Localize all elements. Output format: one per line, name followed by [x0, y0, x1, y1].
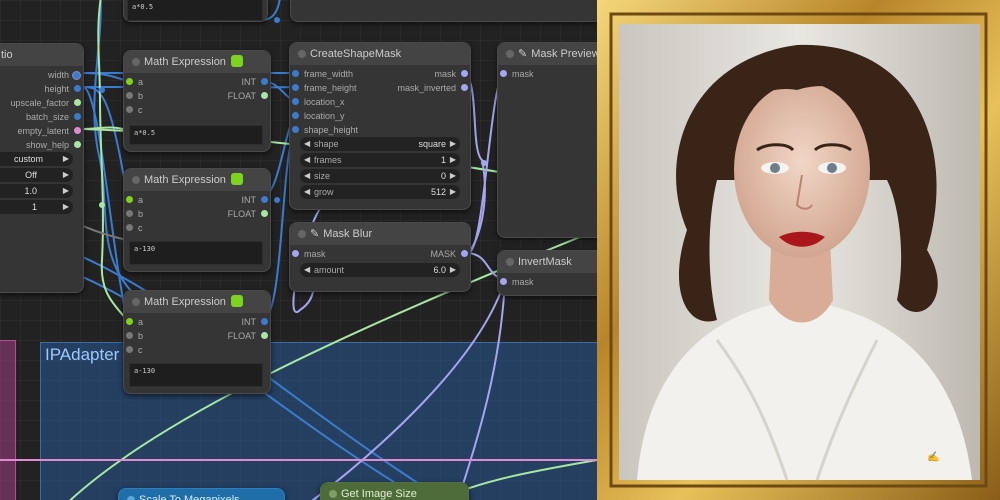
expression-textbox[interactable]: a*0.5 — [129, 125, 263, 145]
math-expression-node-1[interactable]: Math Expression a b c INT FLOAT a*0.5 — [123, 50, 271, 152]
output-mask-inverted[interactable]: mask_inverted — [397, 81, 468, 95]
input-mask[interactable]: mask — [292, 247, 326, 261]
shape-combo[interactable]: ◀ shape square ▶ — [300, 137, 460, 151]
input-frame-height[interactable]: frame_height — [292, 81, 357, 95]
input-a[interactable]: a — [126, 193, 143, 207]
output-float[interactable]: FLOAT — [228, 329, 268, 343]
input-frame-width[interactable]: frame_width — [292, 67, 353, 81]
widget-batch[interactable]: 1 ▶ — [0, 200, 73, 214]
node-title: Mask Blur — [323, 228, 373, 240]
expression-textbox[interactable]: a-130 — [129, 241, 263, 265]
output-float[interactable]: FLOAT — [228, 207, 268, 221]
input-a[interactable]: a — [126, 315, 143, 329]
output-show-help[interactable]: show_help — [26, 138, 81, 152]
node-title: Scale To Megapixels — [139, 494, 240, 500]
invert-mask-node[interactable]: InvertMask mask — [497, 250, 597, 296]
node-title: tio — [1, 49, 13, 61]
node-title: Math Expression — [144, 296, 226, 308]
output-empty-latent[interactable]: empty_latent — [17, 124, 81, 138]
output-width[interactable]: width — [48, 68, 81, 82]
output-mask[interactable]: MASK — [430, 247, 468, 261]
node-canvas[interactable]: IPAdapter a*0.5 tio width height upscale… — [0, 0, 597, 500]
python-snake-icon — [230, 173, 243, 186]
input-c[interactable]: c — [126, 343, 143, 357]
node-title: Get Image Size — [341, 488, 417, 500]
grow-number[interactable]: ◀ grow 512 ▶ — [300, 185, 460, 199]
get-image-size-node[interactable]: Get Image Size — [320, 482, 469, 500]
wire-lavender — [311, 279, 506, 500]
output-int[interactable]: INT — [242, 315, 268, 329]
mask-preview-node[interactable]: ✎ Mask Preview mask — [497, 42, 597, 238]
pencil-icon: ✎ — [310, 228, 320, 240]
output-mask[interactable]: mask — [434, 67, 468, 81]
wire-blue — [82, 72, 128, 82]
input-location-y[interactable]: location_y — [292, 109, 345, 123]
input-mask[interactable]: mask — [500, 275, 534, 289]
math-expression-node-2[interactable]: Math Expression a b c INT FLOAT a-130 — [123, 168, 271, 272]
output-float[interactable]: FLOAT — [228, 89, 268, 103]
math-expression-node-3[interactable]: Math Expression a b c INT FLOAT a-130 — [123, 290, 271, 394]
artist-signature: ✍ — [927, 451, 939, 463]
node-title: Math Expression — [144, 174, 226, 186]
output-int[interactable]: INT — [242, 75, 268, 89]
input-b[interactable]: b — [126, 89, 143, 103]
node-title: Math Expression — [144, 56, 226, 68]
input-a[interactable]: a — [126, 75, 143, 89]
image-size-ratio-node[interactable]: tio width height upscale_factor batch_si… — [0, 43, 84, 293]
output-batch-size[interactable]: batch_size — [26, 110, 81, 124]
wire-lavender — [457, 279, 506, 500]
input-b[interactable]: b — [126, 329, 143, 343]
amount-number[interactable]: ◀ amount 6.0 ▶ — [300, 263, 460, 277]
framed-portrait-image: ✍ — [597, 0, 1000, 500]
python-snake-icon — [230, 295, 243, 308]
pencil-icon: ✎ — [518, 48, 528, 60]
input-shape-height[interactable]: shape_height — [292, 123, 358, 137]
image-preview-panel: ✍ — [597, 0, 1000, 500]
input-c[interactable]: c — [126, 221, 143, 235]
scale-to-megapixels-node[interactable]: Scale To Megapixels — [118, 488, 285, 500]
widget-custom[interactable]: custom ▶ — [0, 152, 73, 166]
output-int[interactable]: INT — [242, 193, 268, 207]
mask-blur-node[interactable]: ✎ Mask Blur mask MASK ◀ amount 6.0 ▶ — [289, 222, 471, 292]
widget-off[interactable]: Off ▶ — [0, 168, 73, 182]
math-expression-node-top[interactable]: a*0.5 — [123, 0, 268, 22]
input-location-x[interactable]: location_x — [292, 95, 345, 109]
input-mask[interactable]: mask — [500, 67, 534, 81]
partially-visible-node[interactable] — [290, 0, 597, 22]
expression-textbox[interactable]: a*0.5 — [127, 0, 263, 21]
node-title: InvertMask — [518, 256, 572, 268]
size-number[interactable]: ◀ size 0 ▶ — [300, 169, 460, 183]
input-c[interactable]: c — [126, 103, 143, 117]
python-snake-icon — [230, 55, 243, 68]
output-height[interactable]: height — [44, 82, 81, 96]
node-title: Mask Preview — [531, 48, 597, 60]
input-b[interactable]: b — [126, 207, 143, 221]
output-upscale-factor[interactable]: upscale_factor — [10, 96, 81, 110]
frames-number[interactable]: ◀ frames 1 ▶ — [300, 153, 460, 167]
expression-textbox[interactable]: a-130 — [129, 363, 263, 387]
widget-scale[interactable]: 1.0 ▶ — [0, 184, 73, 198]
create-shape-mask-node[interactable]: CreateShapeMask frame_width frame_height… — [289, 42, 471, 210]
node-title: CreateShapeMask — [310, 48, 402, 60]
